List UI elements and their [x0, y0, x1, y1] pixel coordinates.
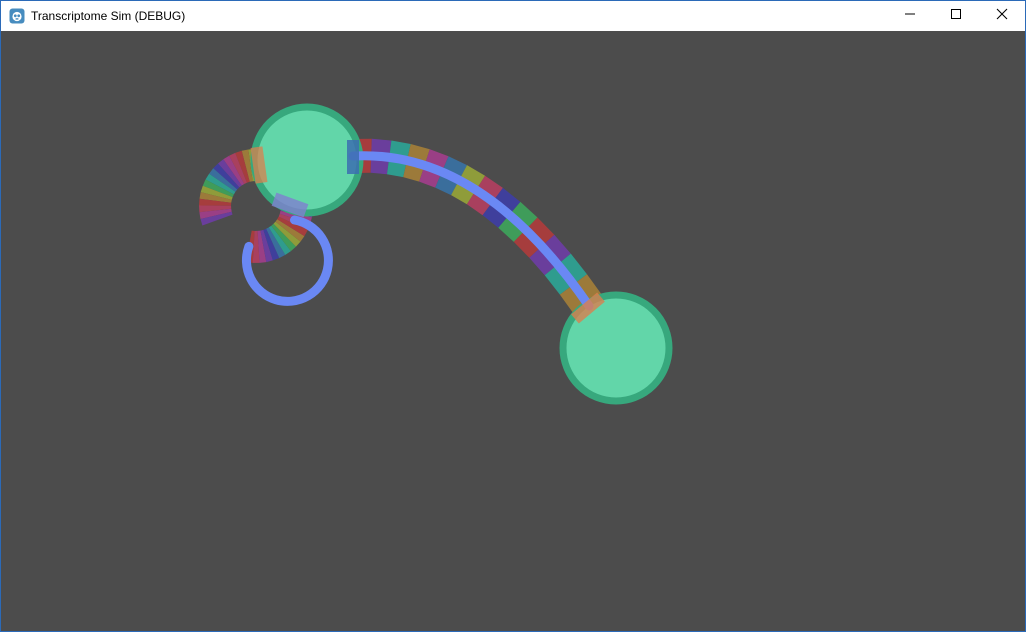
arc-strand-stripes: [352, 138, 603, 316]
close-button[interactable]: [979, 1, 1025, 31]
arc-strand-start-cap[interactable]: [347, 140, 359, 174]
scene-canvas[interactable]: [1, 31, 1025, 631]
godot-engine-icon: [9, 8, 25, 24]
title-bar[interactable]: Transcriptome Sim (DEBUG): [1, 1, 1025, 31]
minimize-icon: [904, 7, 916, 25]
window-title: Transcriptome Sim (DEBUG): [31, 9, 186, 23]
close-icon: [996, 7, 1008, 25]
window-controls: [887, 1, 1025, 31]
minimize-button[interactable]: [887, 1, 933, 31]
maximize-button[interactable]: [933, 1, 979, 31]
game-viewport[interactable]: [1, 31, 1025, 631]
cell-node-top[interactable]: [250, 103, 364, 217]
app-window: Transcriptome Sim (DEBUG): [0, 0, 1026, 632]
maximize-icon: [950, 7, 962, 25]
